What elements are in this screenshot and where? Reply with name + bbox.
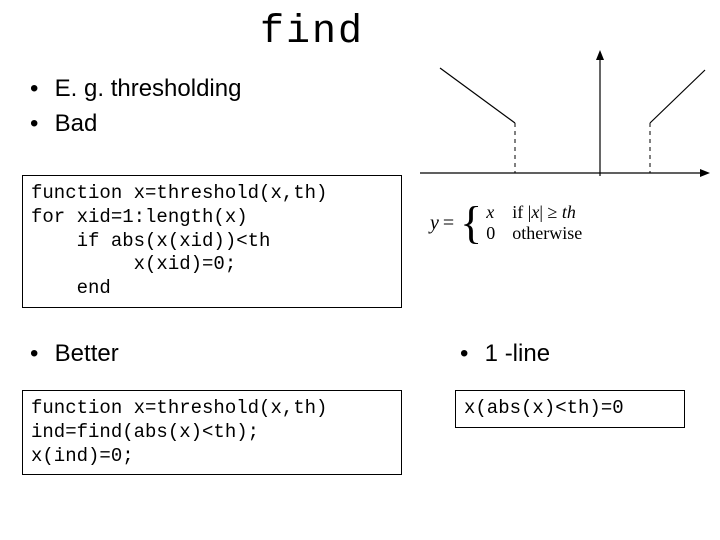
eq-case1-val: x: [486, 202, 512, 223]
eq-equals: =: [443, 212, 454, 235]
eq-lhs: y: [430, 212, 439, 235]
brace-icon: {: [460, 200, 482, 246]
bullet-oneline: • 1 -line: [460, 340, 550, 368]
bullet-eg-text: E. g. thresholding: [55, 75, 242, 102]
page-title: find: [260, 10, 364, 55]
bullet-bad-text: Bad: [55, 110, 98, 137]
eq-case1-cond: if |x| ≥ th: [512, 202, 576, 223]
bullet-dot-icon: •: [30, 340, 48, 368]
bullet-dot-icon: •: [460, 340, 478, 368]
bullet-better: • Better: [30, 340, 119, 368]
code-bad: function x=threshold(x,th) for xid=1:len…: [22, 175, 402, 308]
threshold-equation: y = { x if |x| ≥ th 0 otherwise: [430, 200, 710, 246]
bullet-eg: • E. g. thresholding: [30, 75, 241, 103]
eq-case2-cond: otherwise: [512, 223, 582, 244]
eq-case2-val: 0: [486, 223, 512, 244]
bullet-oneline-text: 1 -line: [485, 340, 550, 367]
code-better: function x=threshold(x,th) ind=find(abs(…: [22, 390, 402, 475]
threshold-plot: [420, 48, 710, 178]
bullet-dot-icon: •: [30, 75, 48, 103]
bullet-dot-icon: •: [30, 110, 48, 138]
bullet-bad: • Bad: [30, 110, 97, 138]
code-oneline: x(abs(x)<th)=0: [455, 390, 685, 428]
bullet-better-text: Better: [55, 340, 119, 367]
